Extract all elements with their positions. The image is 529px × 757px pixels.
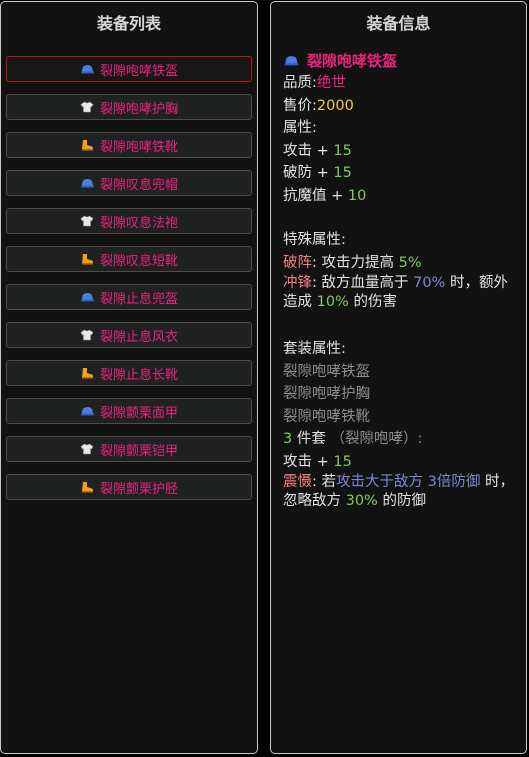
equipment-item[interactable]: 裂隙颤栗铠甲 <box>6 436 252 462</box>
equipment-item[interactable]: 裂隙咆哮护胸 <box>6 94 252 120</box>
equipment-item[interactable]: 裂隙颤栗护胫 <box>6 474 252 500</box>
set-attribute-row: 攻击 + 15 <box>283 451 519 474</box>
special-attribute-text: 的伤害 <box>353 294 397 310</box>
set-special-text: 若 <box>321 474 337 490</box>
price-row: 售价:2000 <box>283 95 519 118</box>
attribute-name: 攻击 <box>283 142 312 159</box>
cap-icon <box>80 63 94 75</box>
quality-value: 绝世 <box>316 75 346 91</box>
equipment-item-label: 裂隙叹息短靴 <box>99 253 178 269</box>
set-attribute-value: 15 <box>333 453 352 470</box>
attribute-value: 10 <box>347 187 367 204</box>
attribute-row: 攻击 + 15 <box>283 140 519 163</box>
equipment-item-label: 裂隙颤栗护胫 <box>99 481 178 497</box>
boot-icon <box>80 253 94 265</box>
set-special-row: 震慑: 若攻击大于敌方 3倍防御 时，忽略敌方 30% 的防御 <box>283 474 514 509</box>
set-bonus-count: 3 <box>283 431 293 447</box>
item-name: 裂隙咆哮铁盔 <box>307 51 398 70</box>
shirt-icon <box>80 215 94 227</box>
set-bonus-unit: 件套 <box>296 431 326 447</box>
equipment-item[interactable]: 裂隙止息风衣 <box>6 322 252 348</box>
set-item: 裂隙咆哮铁盔 <box>283 363 370 380</box>
attribute-op: + <box>316 142 329 159</box>
equipment-item[interactable]: 裂隙叹息短靴 <box>6 246 252 272</box>
equipment-item-label: 裂隙咆哮铁靴 <box>99 139 178 155</box>
special-label: 特殊属性: <box>283 232 346 248</box>
set-item: 裂隙咆哮护胸 <box>283 386 370 402</box>
equipment-list-panel: 装备列表 裂隙咆哮铁盔 裂隙咆哮护胸 裂隙咆哮铁靴 裂隙叹息兜帽 裂隙叹息法袍 裂隙叹息短… <box>0 1 258 754</box>
attribute-op: + <box>331 187 344 204</box>
item-name-row: 裂隙咆哮铁盔 <box>283 48 519 72</box>
attribute-op: + <box>316 165 329 181</box>
set-special-text: 的防御 <box>382 493 426 509</box>
set-item: 裂隙咆哮铁靴 <box>283 408 370 425</box>
special-attribute-value: 70% <box>413 275 446 291</box>
equipment-list: 裂隙咆哮铁盔 裂隙咆哮护胸 裂隙咆哮铁靴 裂隙叹息兜帽 裂隙叹息法袍 裂隙叹息短靴 裂隙止息… <box>6 56 252 512</box>
set-special-value: 30% <box>345 493 378 509</box>
equipment-item-label: 裂隙止息兜盔 <box>99 291 178 307</box>
boot-icon <box>80 481 94 493</box>
special-attribute-value: 5% <box>398 254 422 271</box>
equipment-item-label: 裂隙咆哮铁盔 <box>99 63 178 79</box>
equipment-item-label: 裂隙止息长靴 <box>99 367 178 383</box>
equipment-item[interactable]: 裂隙咆哮铁盔 <box>6 56 252 82</box>
attribute-name: 抗魔值 <box>283 187 327 204</box>
set-special-condition: 攻击大于敌方 3倍防御 <box>336 474 481 490</box>
equipment-item-label: 裂隙颤栗铠甲 <box>99 443 178 459</box>
set-bonus-row: 3 件套 （裂隙咆哮）: <box>283 428 519 451</box>
equipment-item[interactable]: 裂隙止息长靴 <box>6 360 252 386</box>
attribute-value: 15 <box>333 142 352 159</box>
equipment-list-title: 装备列表 <box>96 14 161 33</box>
shirt-icon <box>80 329 94 341</box>
equipment-info-title: 装备信息 <box>366 14 431 33</box>
equipment-item-label: 裂隙止息风衣 <box>99 329 178 345</box>
attributes-label: 属性: <box>283 120 317 136</box>
set-attribute-op: + <box>316 453 329 470</box>
attribute-row: 破防 + 15 <box>283 162 519 185</box>
set-special-name: 震慑 <box>283 474 312 490</box>
shirt-icon <box>80 101 94 113</box>
cap-icon <box>80 405 94 417</box>
special-attribute-text: 攻击力提高 <box>321 254 395 271</box>
equipment-item[interactable]: 裂隙叹息法袍 <box>6 208 252 234</box>
equipment-item-label: 裂隙叹息法袍 <box>99 215 178 231</box>
set-attribute-name: 攻击 <box>283 453 312 470</box>
shirt-icon <box>80 443 94 455</box>
attribute-value: 15 <box>333 165 352 181</box>
special-attribute-text: 敌方血量高于 <box>321 275 409 291</box>
attribute-name: 破防 <box>283 165 312 181</box>
special-attribute-row: 冲锋: 敌方血量高于 70% 时，额外造成 10% 的伤害 <box>283 275 508 310</box>
cap-icon <box>80 291 94 303</box>
special-attribute-row: 破阵: 攻击力提高 5% <box>283 254 422 271</box>
equipment-item[interactable]: 裂隙咆哮铁靴 <box>6 132 252 158</box>
set-bonus-name: （裂隙咆哮）: <box>330 431 423 447</box>
equipment-item[interactable]: 裂隙止息兜盔 <box>6 284 252 310</box>
special-attribute-value: 10% <box>316 294 349 310</box>
special-attribute-name: 冲锋 <box>283 275 312 291</box>
equipment-info-body: 裂隙咆哮铁盔 品质:绝世 售价:2000 属性: 攻击 + 15 破防 + 15… <box>283 48 519 515</box>
equipment-item-label: 裂隙颤栗面甲 <box>99 405 178 421</box>
boot-icon <box>80 139 94 151</box>
equipment-item[interactable]: 裂隙颤栗面甲 <box>6 398 252 424</box>
attribute-row: 抗魔值 + 10 <box>283 185 519 208</box>
special-attribute-name: 破阵 <box>283 254 312 271</box>
equipment-item-label: 裂隙叹息兜帽 <box>99 177 178 193</box>
quality-row: 品质:绝世 <box>283 72 519 95</box>
equipment-item-label: 裂隙咆哮护胸 <box>99 101 178 117</box>
equipment-item[interactable]: 裂隙叹息兜帽 <box>6 170 252 196</box>
cap-icon <box>80 177 94 189</box>
cap-icon <box>283 54 299 67</box>
quality-label: 品质: <box>283 75 317 91</box>
price-label: 售价: <box>283 97 317 114</box>
price-value: 2000 <box>316 97 354 114</box>
set-label: 套装属性: <box>283 341 346 357</box>
equipment-info-panel: 装备信息 裂隙咆哮铁盔 品质:绝世 售价:2000 属性: 攻击 + 15 破防… <box>270 1 527 754</box>
boot-icon <box>80 367 94 379</box>
